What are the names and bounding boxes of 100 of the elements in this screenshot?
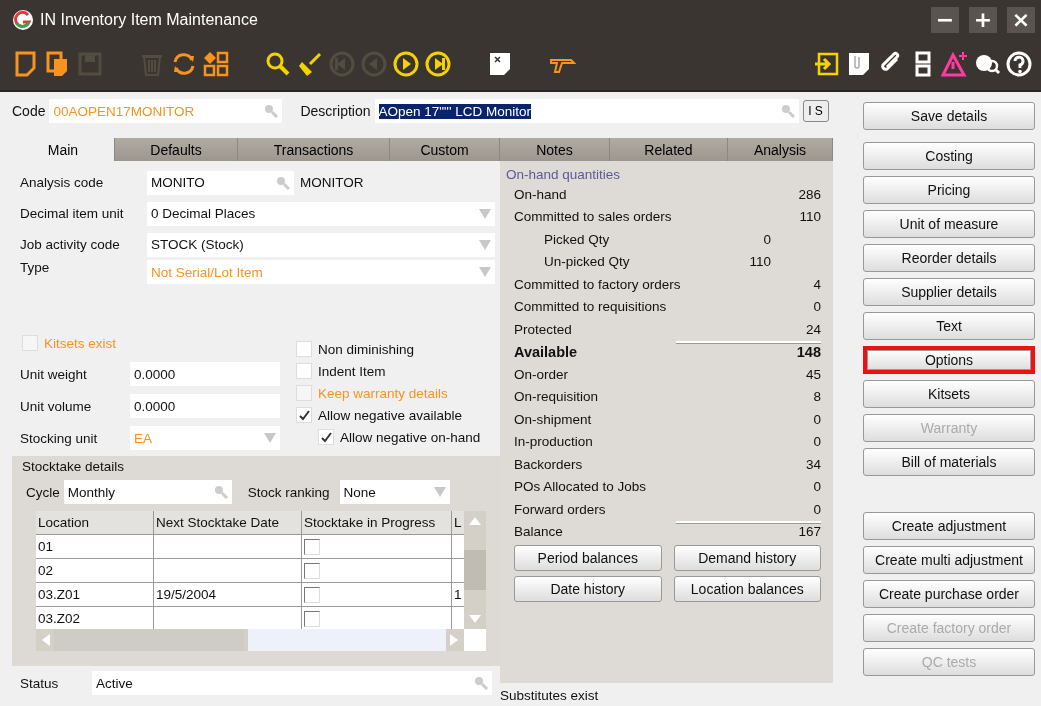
side-button[interactable]: Unit of measure	[863, 210, 1035, 238]
description-label: Description	[300, 103, 371, 119]
quantity-label: Committed to sales orders	[514, 209, 672, 225]
dropdown-field[interactable]: STOCK (Stock)	[147, 232, 495, 257]
side-button[interactable]: Save details	[863, 102, 1035, 130]
quantity-button[interactable]: Period balances	[514, 545, 662, 571]
column-header[interactable]: L	[452, 511, 464, 534]
field-label: Job activity code	[19, 237, 121, 252]
horizontal-scrollbar[interactable]	[36, 629, 464, 651]
cycle-field[interactable]: Monthly	[63, 480, 232, 504]
quantity-value: 286	[798, 186, 821, 202]
quantity-label: Balance	[514, 524, 563, 540]
dropdown-arrow-icon[interactable]	[264, 433, 276, 443]
input-field[interactable]: 0.0000	[130, 394, 280, 418]
scroll-right-icon[interactable]	[450, 634, 458, 646]
field-label: Unit volume	[19, 398, 93, 414]
side-button[interactable]: Kitsets	[863, 380, 1035, 408]
status-field[interactable]: Active	[92, 671, 492, 695]
field-label: Unit weight	[19, 366, 88, 382]
tab[interactable]: Related	[610, 138, 728, 161]
substitutes-text: Substitutes exist	[500, 687, 600, 703]
tab[interactable]: Analysis	[728, 138, 833, 161]
description-field[interactable]: AOpen 17""' LCD Monitor	[374, 99, 799, 123]
alert-icon[interactable]	[941, 50, 969, 78]
checkbox-label: Kitsets exist	[44, 335, 117, 351]
window-title: IN Inventory Item Maintenance	[40, 11, 258, 29]
scroll-left-icon[interactable]	[42, 634, 50, 646]
app-logo-icon	[12, 9, 34, 31]
section-title: On-hand quantities	[506, 167, 622, 183]
dropdown-arrow-icon[interactable]	[479, 267, 491, 277]
checkbox-label: Non diminishing	[318, 341, 415, 357]
table-cell: 03.Z01	[36, 583, 154, 606]
tab[interactable]: Defaults	[115, 138, 238, 161]
window-control-button[interactable]: ×	[1007, 7, 1035, 33]
quantity-value: 24	[805, 321, 821, 337]
quantity-label: Committed to requisitions	[514, 299, 667, 315]
side-button[interactable]: Bill of materials	[863, 448, 1035, 476]
field-label: Cycle	[25, 484, 60, 500]
broom-icon[interactable]	[296, 50, 324, 78]
quantity-label: Available	[514, 343, 578, 360]
quantity-value: 110	[749, 254, 771, 270]
side-button[interactable]: Pricing	[863, 176, 1035, 204]
scroll-down-icon[interactable]	[469, 615, 481, 623]
last-icon[interactable]	[424, 50, 452, 78]
tab[interactable]: Transactions	[238, 138, 390, 161]
tab[interactable]: Custom	[390, 138, 500, 161]
window-control-button[interactable]: −	[931, 7, 959, 33]
quantity-value: 0	[813, 501, 821, 517]
tab[interactable]: Notes	[500, 138, 610, 161]
scroll-up-icon[interactable]	[469, 517, 481, 525]
search-icon[interactable]	[264, 50, 292, 78]
is-button[interactable]: I S	[802, 100, 829, 122]
quantity-button[interactable]: Date history	[514, 576, 662, 602]
help-icon[interactable]	[1005, 50, 1033, 78]
quantity-value: 0	[813, 434, 821, 450]
quantity-value: 167	[798, 524, 821, 540]
dropdown-arrow-icon[interactable]	[479, 208, 491, 219]
side-button[interactable]: Text	[863, 312, 1035, 340]
column-header[interactable]: Next Stocktake Date	[154, 511, 302, 534]
quantity-button[interactable]: Location balances	[673, 576, 821, 602]
action-button[interactable]: Create adjustment	[863, 512, 1035, 540]
quantity-label: Picked Qty	[543, 231, 610, 247]
column-header[interactable]: Stocktake in Progress	[302, 511, 452, 534]
side-button[interactable]: Costing	[863, 142, 1035, 170]
action-button[interactable]: Create multi adjustment	[863, 546, 1035, 574]
quantity-label: Committed to factory orders	[514, 276, 681, 292]
checkbox[interactable]	[304, 610, 320, 627]
quantity-value: 0	[813, 411, 821, 427]
quantity-value: 34	[805, 456, 821, 472]
quantity-value: 0	[813, 479, 821, 495]
column-header[interactable]: Location	[36, 511, 154, 534]
quantity-value: 8	[813, 389, 821, 405]
dropdown-arrow-icon[interactable]	[479, 239, 491, 250]
quantity-label: On-order	[514, 366, 569, 382]
shapes-icon[interactable]	[202, 50, 230, 78]
vertical-scrollbar[interactable]	[464, 511, 486, 629]
exit-icon[interactable]	[813, 50, 841, 78]
table-cell: 19/5/2004	[154, 583, 302, 606]
quantity-button[interactable]: Demand history	[673, 545, 821, 571]
quantity-value: 110	[799, 209, 821, 225]
side-button[interactable]: Options	[863, 346, 1035, 374]
checkbox[interactable]	[304, 586, 320, 603]
field-label: Stocking unit	[19, 430, 99, 446]
analysis-code-field[interactable]: MONITO	[147, 170, 294, 195]
dropdown-field[interactable]: 0 Decimal Places	[147, 201, 495, 226]
dropdown-field[interactable]: None	[339, 480, 450, 504]
side-button[interactable]: Supplier details	[863, 278, 1035, 306]
quantity-value: 0	[813, 299, 821, 315]
field-label: Stock ranking	[246, 484, 330, 500]
action-button[interactable]: Create purchase order	[863, 580, 1035, 608]
side-button[interactable]: Reorder details	[863, 244, 1035, 272]
checkbox[interactable]	[304, 538, 320, 555]
window-control-button[interactable]: +	[969, 7, 997, 33]
field-label: Decimal item unit	[19, 206, 125, 221]
quantity-label: Forward orders	[514, 501, 606, 517]
dropdown-arrow-icon[interactable]	[433, 487, 446, 497]
next-icon[interactable]	[392, 50, 420, 78]
code-label: Code	[12, 103, 46, 119]
checkbox[interactable]	[304, 562, 320, 579]
input-field[interactable]: 0.0000	[130, 362, 280, 386]
